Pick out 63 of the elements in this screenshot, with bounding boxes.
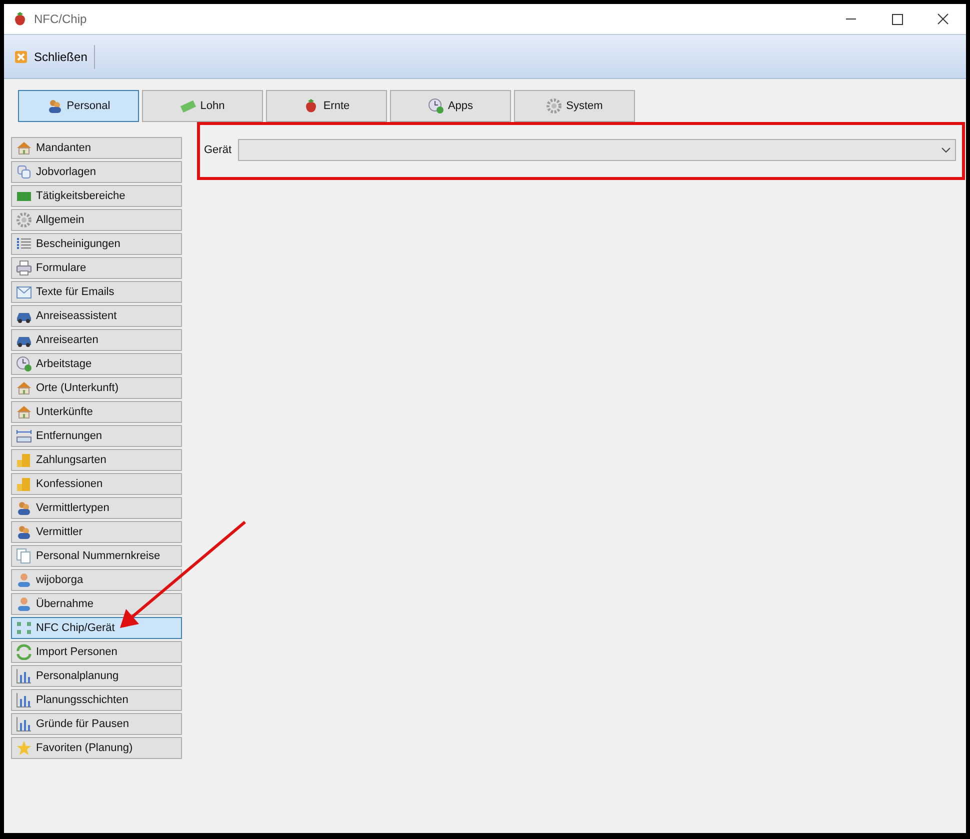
sidebar-item[interactable]: Texte für Emails (11, 281, 182, 303)
sidebar-item[interactable]: Arbeitstage (11, 353, 182, 375)
sidebar-item[interactable]: Import Personen (11, 641, 182, 663)
gear-icon (546, 98, 562, 114)
sidebar-item[interactable]: Vermittlertypen (11, 497, 182, 519)
sidebar-item[interactable]: Mandanten (11, 137, 182, 159)
sidebar-item[interactable]: Allgemein (11, 209, 182, 231)
sidebar-item[interactable]: Tätigkeitsbereiche (11, 185, 182, 207)
tab[interactable]: System (514, 90, 635, 122)
sidebar-item[interactable]: Bescheinigungen (11, 233, 182, 255)
caret-icon (941, 147, 951, 153)
sidebar-item[interactable]: Vermittler (11, 521, 182, 543)
tab[interactable]: Lohn (142, 90, 263, 122)
strawberry-icon (12, 11, 28, 27)
sidebar-item[interactable]: Unterkünfte (11, 401, 182, 423)
sidebar-item[interactable]: Anreisearten (11, 329, 182, 351)
sidebar-item[interactable]: Personal Nummernkreise (11, 545, 182, 567)
house-icon (16, 404, 32, 420)
sidebar-item[interactable]: Jobvorlagen (11, 161, 182, 183)
tab[interactable]: Ernte (266, 90, 387, 122)
sidebar-item[interactable]: Entfernungen (11, 425, 182, 447)
sidebar-item[interactable]: Zahlungsarten (11, 449, 182, 471)
people-icon (16, 524, 32, 540)
documents-icon (16, 548, 32, 564)
sidebar-item[interactable]: Planungsschichten (11, 689, 182, 711)
coins-icon (16, 452, 32, 468)
person-icon (16, 572, 32, 588)
house-icon (16, 140, 32, 156)
sidebar-item[interactable]: Orte (Unterkunft) (11, 377, 182, 399)
sidebar-item[interactable]: Personalplanung (11, 665, 182, 687)
close-icon (13, 48, 29, 64)
sidebar-item[interactable]: Anreiseassistent (11, 305, 182, 327)
people-icon (16, 500, 32, 516)
nfc-icon (16, 620, 32, 636)
bar-chart-icon (16, 668, 32, 684)
house-icon (16, 380, 32, 396)
person-icon (16, 596, 32, 612)
sidebar-item[interactable]: Formulare (11, 257, 182, 279)
device-label: Gerät (204, 144, 232, 156)
window-title: NFC/Chip (34, 12, 87, 26)
envelope-icon (16, 284, 32, 300)
sidebar-item[interactable]: Favoriten (Planung) (11, 737, 182, 759)
people-icon (46, 98, 63, 114)
sidebar-item[interactable]: Übernahme (11, 593, 182, 615)
refresh-icon (16, 644, 32, 660)
sidebar-item[interactable]: wijoborga (11, 569, 182, 591)
sidebar-item[interactable]: NFC Chip/Gerät (11, 617, 182, 639)
printer-icon (16, 260, 32, 276)
clock-icon (428, 98, 444, 114)
coins-icon (16, 476, 32, 492)
list-icon (16, 236, 32, 252)
copy-icon (16, 164, 32, 180)
bar-chart-icon (16, 692, 32, 708)
sidebar-item[interactable]: Gründe für Pausen (11, 713, 182, 735)
close-button[interactable]: Schließen (10, 46, 90, 66)
gear-icon (16, 212, 32, 228)
bar-chart-icon (16, 716, 32, 732)
sidebar-item[interactable]: Konfessionen (11, 473, 182, 495)
clock-icon (16, 356, 32, 372)
tab[interactable]: Apps (390, 90, 511, 122)
ruler-icon (16, 428, 32, 444)
star-icon (16, 740, 32, 756)
tab[interactable]: Personal (18, 90, 139, 122)
